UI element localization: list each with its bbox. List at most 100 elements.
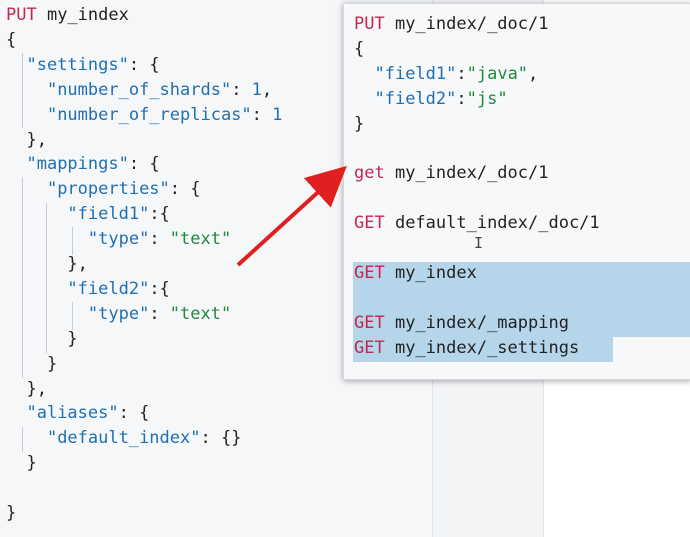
- request-method: GET: [354, 337, 385, 358]
- request-method: GET: [354, 312, 385, 333]
- overlay-code-line: }: [354, 112, 364, 137]
- json-string: "js": [466, 88, 508, 109]
- code-line: },: [6, 128, 47, 153]
- json-key: "aliases": [26, 403, 119, 424]
- overlay-code-line: get my_index/_doc/1: [354, 161, 548, 186]
- indent-guide: [72, 302, 73, 330]
- code-line: "settings": {: [6, 53, 160, 78]
- json-string: "text": [169, 229, 232, 250]
- json-key: "field2": [374, 88, 457, 109]
- json-punct: : {}: [200, 428, 242, 449]
- json-punct: :: [456, 63, 467, 84]
- request-path: my_index/_doc/1: [384, 14, 549, 34]
- json-key: "field1": [374, 63, 457, 84]
- json-punct: :: [231, 79, 252, 100]
- json-number: 1: [251, 79, 262, 100]
- json-key: "settings": [26, 54, 129, 75]
- overlay-code-line: GET my_index/_settings: [354, 336, 579, 361]
- indent-guide: [22, 53, 23, 128]
- request-path: my_index: [384, 263, 477, 283]
- json-punct: {: [354, 38, 365, 59]
- overlay-code-line: PUT my_index/_doc/1: [354, 12, 548, 37]
- indent-guide: [22, 427, 23, 452]
- indent-guide: [46, 203, 47, 353]
- json-punct: :: [251, 104, 273, 125]
- text-cursor-icon: I: [474, 234, 484, 252]
- json-key: "number_of_shards": [46, 79, 232, 100]
- code-line: PUT my_index: [6, 3, 129, 28]
- json-key: "properties": [46, 179, 170, 200]
- overlay-code-line: "field2":"js": [354, 87, 508, 112]
- code-line: "type": "text": [6, 302, 231, 327]
- code-line: }: [6, 501, 16, 526]
- code-line: "aliases": {: [6, 401, 149, 426]
- overlay-code-line: GET default_index/_doc/1: [354, 211, 600, 236]
- overlay-code-line: GET my_index/_mapping: [354, 311, 569, 336]
- json-punct: : {: [118, 403, 150, 424]
- code-line: "default_index": {}: [6, 426, 241, 451]
- request-method: GET: [354, 263, 385, 283]
- request-method: get: [354, 163, 385, 184]
- code-line: "mappings": {: [6, 152, 160, 177]
- json-key: "type": [87, 303, 150, 324]
- json-punct: }: [6, 328, 78, 349]
- json-punct: },: [6, 129, 47, 150]
- json-punct: {: [6, 29, 17, 50]
- overlay-code-line: GET my_index: [354, 261, 477, 286]
- json-punct: : {: [169, 179, 201, 200]
- code-line: "properties": {: [6, 177, 201, 202]
- json-punct: ,: [528, 63, 539, 84]
- json-key: "mappings": [26, 154, 129, 175]
- code-line: }: [6, 327, 78, 352]
- request-path: my_index/_doc/1: [384, 163, 549, 184]
- json-key: "field1": [67, 204, 150, 225]
- json-punct: :: [149, 229, 170, 250]
- json-number: 1: [272, 104, 283, 125]
- json-punct: : {: [128, 154, 160, 175]
- overlay-code-editor[interactable]: PUT my_index/_doc/1{ "field1":"java", "f…: [343, 3, 690, 380]
- indent-guide: [22, 177, 23, 378]
- json-key: "default_index": [46, 428, 201, 449]
- json-punct: :: [149, 303, 170, 324]
- json-key: "field2": [67, 278, 150, 299]
- json-punct: :{: [149, 278, 170, 299]
- json-key: "type": [87, 229, 150, 250]
- json-punct: }: [6, 353, 58, 374]
- request-method: PUT: [6, 5, 37, 25]
- overlay-code-line: {: [354, 37, 364, 62]
- code-line: "number_of_replicas": 1: [6, 103, 282, 128]
- code-line: {: [6, 28, 16, 53]
- json-punct: }: [6, 503, 17, 523]
- json-key: "number_of_replicas": [46, 104, 252, 125]
- json-punct: },: [6, 378, 47, 399]
- request-method: PUT: [354, 14, 385, 34]
- request-path: my_index/_settings: [384, 337, 580, 358]
- json-string: "java": [466, 63, 529, 84]
- json-punct: :: [456, 88, 467, 109]
- json-string: "text": [169, 303, 232, 324]
- request-path: my_index: [36, 5, 129, 25]
- code-line: },: [6, 377, 47, 402]
- code-line: "field2":{: [6, 277, 170, 302]
- code-line: }: [6, 352, 57, 377]
- code-line: "number_of_shards": 1,: [6, 78, 272, 103]
- json-punct: : {: [128, 54, 160, 75]
- json-punct: :{: [149, 204, 170, 225]
- code-line: "field1":{: [6, 202, 170, 227]
- request-path: my_index/_mapping: [384, 312, 569, 333]
- code-line: }: [6, 451, 36, 476]
- code-line: "type": "text": [6, 227, 231, 252]
- request-path: default_index/_doc/1: [384, 213, 600, 234]
- indent-guide: [72, 227, 73, 255]
- request-method: GET: [354, 213, 385, 234]
